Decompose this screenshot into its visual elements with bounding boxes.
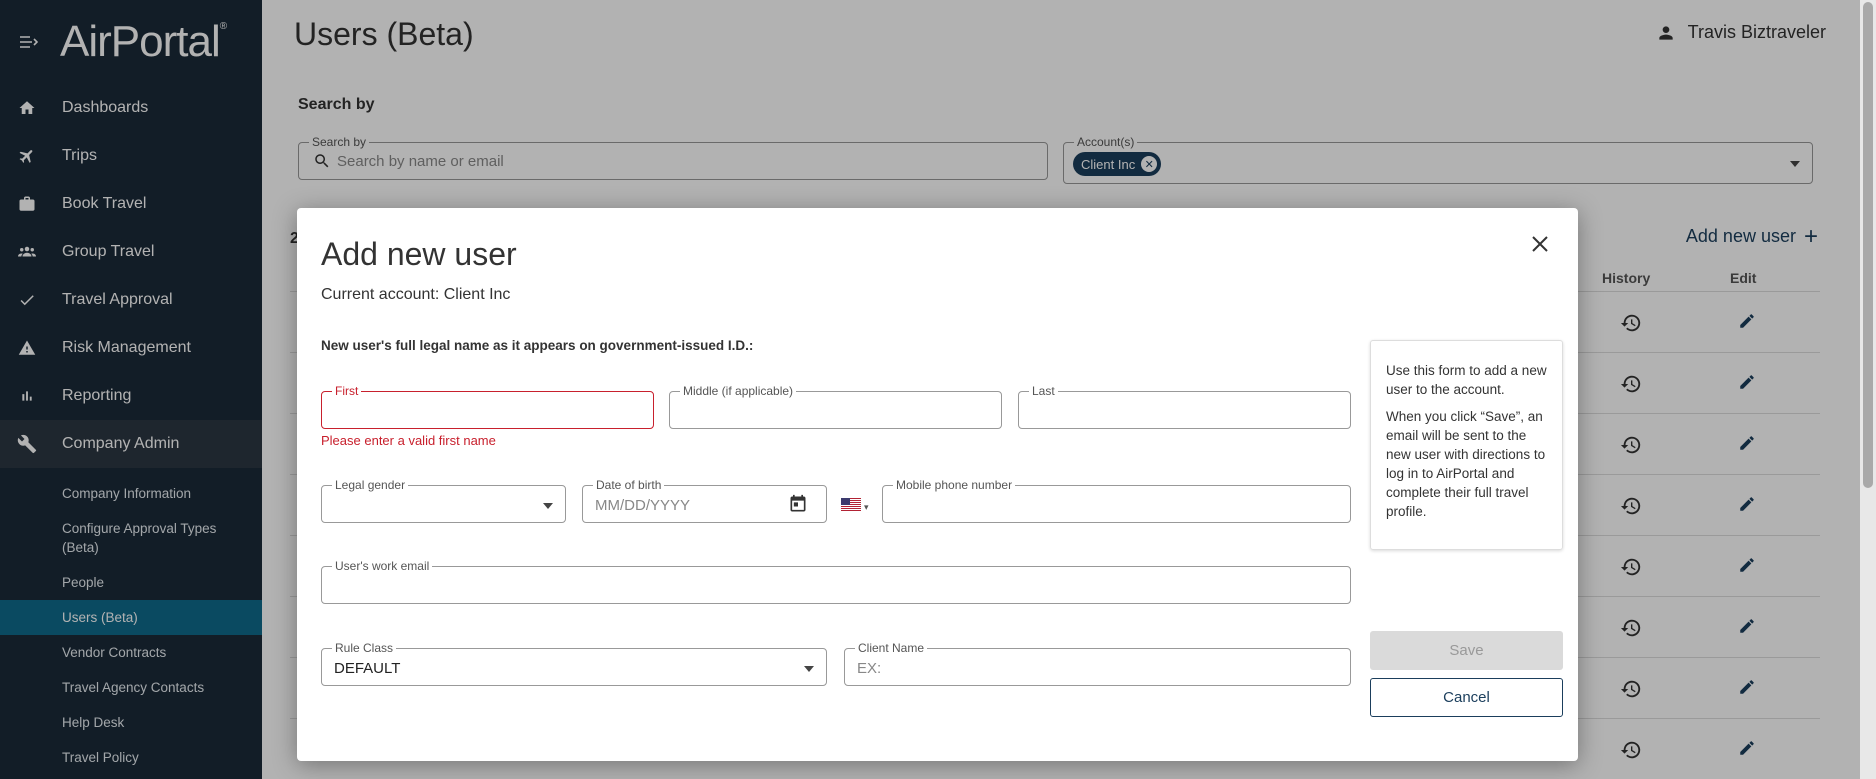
first-name-input[interactable]: First (321, 384, 654, 429)
middle-name-label: Middle (if applicable) (680, 384, 797, 398)
add-new-user-dialog: Add new user Current account: Client Inc… (297, 208, 1578, 761)
scrollbar-thumb[interactable] (1863, 2, 1873, 488)
date-of-birth-input[interactable]: Date of birth MM/DD/YYYY (582, 478, 827, 523)
client-name-placeholder: EX: (857, 660, 882, 677)
work-email-input[interactable]: User's work email (321, 559, 1351, 604)
chevron-down-icon (543, 503, 553, 509)
chevron-down-icon (804, 666, 814, 672)
dialog-title: Add new user (321, 236, 517, 272)
legal-gender-select[interactable]: Legal gender (321, 478, 566, 523)
work-email-label: User's work email (332, 559, 433, 573)
info-paragraph: When you click “Save”, an email will be … (1386, 409, 1546, 519)
date-of-birth-placeholder: MM/DD/YYYY (595, 497, 691, 514)
calendar-icon[interactable] (788, 494, 808, 514)
client-name-label: Client Name (855, 641, 928, 655)
first-name-label: First (332, 384, 362, 398)
close-icon[interactable] (1526, 230, 1554, 258)
us-flag-icon (841, 498, 861, 516)
legal-gender-label: Legal gender (332, 478, 409, 492)
rule-class-select[interactable]: Rule Class DEFAULT (321, 641, 827, 686)
rule-class-label: Rule Class (332, 641, 397, 655)
mobile-phone-input[interactable]: Mobile phone number (882, 478, 1351, 523)
name-instruction: New user's full legal name as it appears… (321, 338, 754, 353)
info-paragraph: Use this form to add a new user to the a… (1386, 363, 1547, 397)
current-account-text: Current account: Client Inc (321, 286, 511, 303)
last-name-label: Last (1029, 384, 1058, 398)
help-info-box: Use this form to add a new user to the a… (1370, 340, 1563, 550)
first-name-error: Please enter a valid first name (321, 433, 496, 448)
client-name-input[interactable]: Client Name EX: (844, 641, 1351, 686)
middle-name-input[interactable]: Middle (if applicable) (669, 384, 1002, 429)
last-name-input[interactable]: Last (1018, 384, 1351, 429)
save-button[interactable]: Save (1370, 631, 1563, 670)
page-scrollbar[interactable] (1860, 0, 1876, 779)
mobile-phone-label: Mobile phone number (893, 478, 1016, 492)
chevron-down-icon: ▾ (864, 501, 869, 512)
cancel-button[interactable]: Cancel (1370, 678, 1563, 717)
rule-class-value: DEFAULT (334, 660, 401, 677)
country-code-select[interactable]: ▾ (841, 498, 869, 516)
date-of-birth-label: Date of birth (593, 478, 665, 492)
